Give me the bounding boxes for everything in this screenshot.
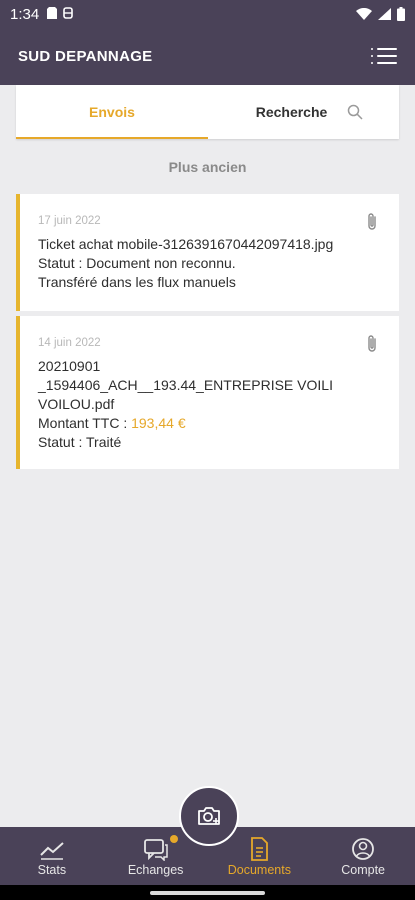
nav-echanges-label: Echanges	[127, 863, 184, 877]
app-title: SUD DEPANNAGE	[18, 48, 153, 65]
document-status: Statut : Traité	[38, 434, 122, 450]
account-icon	[352, 838, 375, 860]
nav-stats-label: Stats	[37, 863, 67, 877]
sim-icon	[47, 6, 58, 22]
menu-icon-dot	[371, 47, 373, 50]
camera-upload-button[interactable]	[179, 786, 239, 846]
app-header: SUD DEPANNAGE	[0, 28, 415, 85]
document-date: 14 juin 2022	[38, 337, 101, 349]
attachment-icon[interactable]	[365, 334, 379, 354]
nav-compte[interactable]: Compte	[311, 827, 415, 885]
stats-icon	[40, 842, 64, 860]
tab-bar: Envois Recherche	[16, 85, 399, 139]
nav-stats[interactable]: Stats	[0, 827, 104, 885]
chat-icon	[143, 839, 168, 861]
menu-icon-line	[377, 47, 397, 50]
menu-icon-dot	[371, 54, 373, 57]
tab-envois-label: Envois	[89, 104, 135, 120]
camera-add-icon	[198, 807, 220, 825]
signal-icon	[378, 8, 391, 20]
document-filename: Ticket achat mobile-3126391670442097418.…	[38, 236, 334, 252]
filter-menu-button[interactable]	[371, 47, 397, 67]
status-time: 1:34	[10, 5, 40, 23]
nav-documents-label: Documents	[227, 863, 291, 877]
menu-icon-line	[377, 54, 397, 57]
document-transfer-note: Transféré dans les flux manuels	[38, 274, 236, 290]
main-content: Envois Recherche Plus ancien 17 juin 202…	[0, 85, 415, 827]
gesture-bar	[0, 885, 415, 900]
tab-envois[interactable]: Envois	[16, 85, 208, 139]
notification-badge	[169, 835, 178, 843]
battery-icon	[397, 7, 405, 21]
status-indicators	[356, 7, 405, 21]
nav-compte-label: Compte	[341, 863, 386, 877]
document-filename-line: _1594406_ACH__193.44_ENTREPRISE VOILI	[38, 377, 333, 393]
notification-icon	[63, 6, 74, 22]
home-indicator[interactable]	[150, 891, 265, 895]
amount-value: 193,44 €	[131, 415, 186, 431]
tab-recherche-label: Recherche	[255, 104, 328, 120]
document-date: 17 juin 2022	[38, 215, 101, 227]
document-status: Statut : Document non reconnu.	[38, 255, 236, 271]
tab-recherche[interactable]: Recherche	[208, 85, 399, 139]
attachment-icon[interactable]	[365, 212, 379, 232]
older-items-link[interactable]: Plus ancien	[0, 159, 415, 175]
document-filename-line: VOILOU.pdf	[38, 396, 115, 412]
status-bar: 1:34	[0, 0, 415, 28]
document-card[interactable]: 14 juin 2022 20210901 _1594406_ACH__193.…	[16, 316, 399, 469]
search-icon[interactable]	[347, 104, 363, 120]
document-card[interactable]: 17 juin 2022 Ticket achat mobile-3126391…	[16, 194, 399, 311]
menu-icon-line	[377, 61, 397, 64]
menu-icon-dot	[371, 61, 373, 64]
wifi-icon	[356, 8, 372, 20]
document-amount: Montant TTC : 193,44 €	[38, 414, 385, 433]
amount-label: Montant TTC :	[38, 415, 132, 431]
document-filename-line: 20210901	[38, 358, 101, 374]
document-icon	[251, 837, 269, 861]
